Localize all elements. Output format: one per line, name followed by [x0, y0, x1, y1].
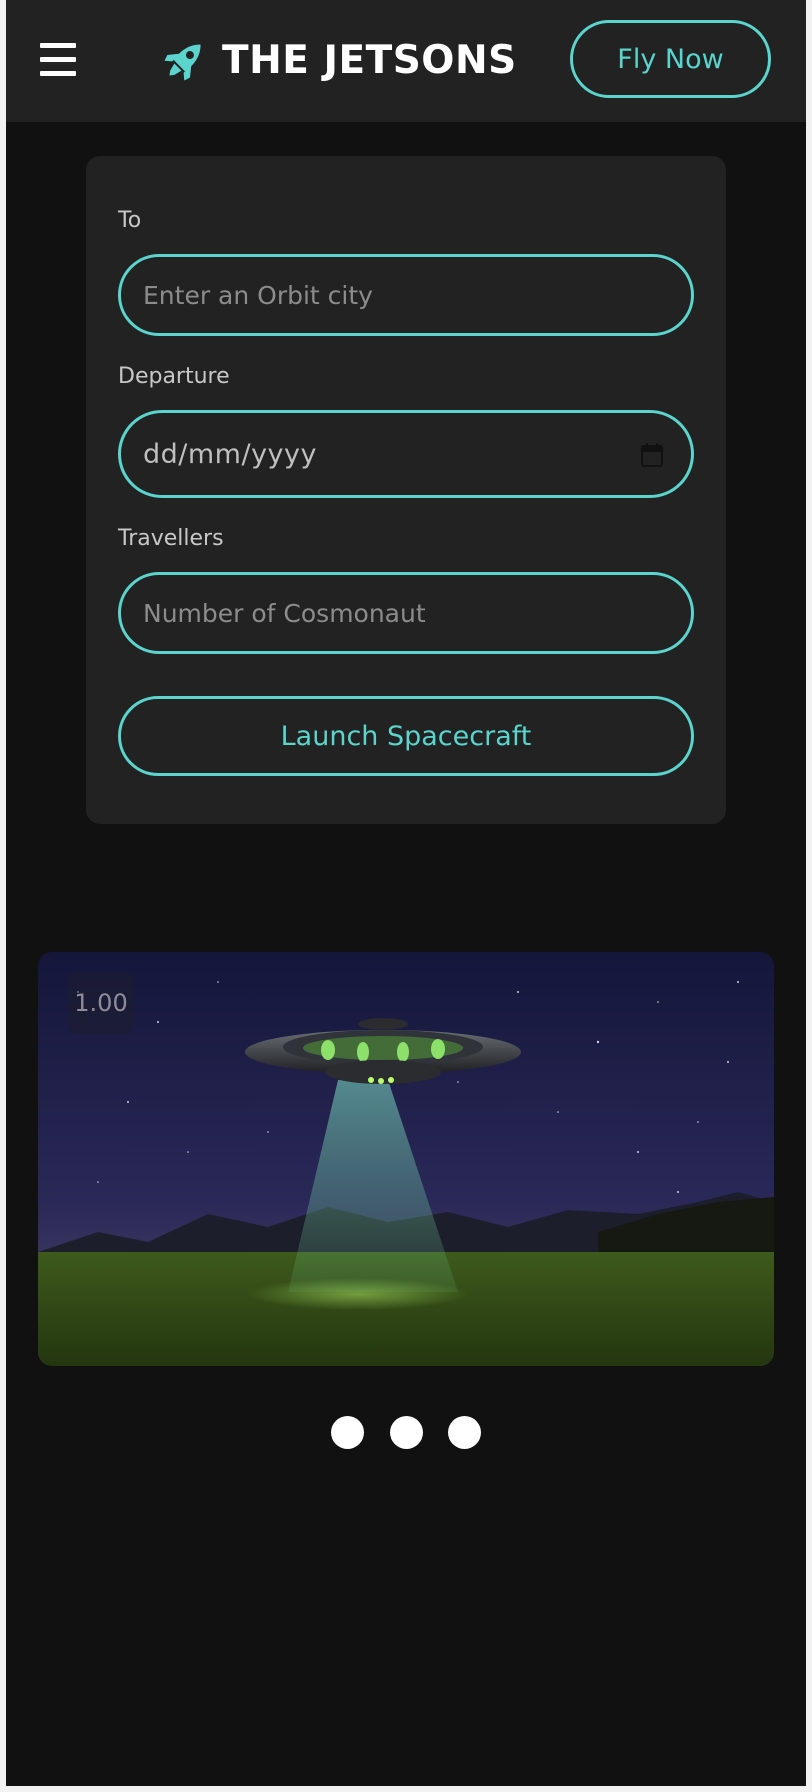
carousel-dot-1[interactable]	[331, 1416, 364, 1449]
hamburger-menu-icon[interactable]	[38, 40, 78, 80]
travellers-label: Travellers	[118, 526, 224, 551]
page: THE JETSONS Fly Now To Enter an Orbit ci…	[6, 0, 806, 1786]
image-carousel[interactable]: 1.00	[38, 952, 774, 1366]
departure-date-value: dd/mm/yyyy	[143, 438, 317, 470]
departure-label: Departure	[118, 364, 230, 389]
carousel-dot-2[interactable]	[390, 1416, 423, 1449]
travellers-input-placeholder: Number of Cosmonaut	[143, 598, 426, 628]
booking-form: To Enter an Orbit city Departure dd/mm/y…	[86, 156, 726, 824]
carousel-dot-3[interactable]	[448, 1416, 481, 1449]
fly-now-button[interactable]: Fly Now	[570, 20, 771, 98]
launch-spacecraft-button[interactable]: Launch Spacecraft	[118, 696, 694, 776]
brand-name: THE JETSONS	[222, 37, 517, 83]
to-label: To	[118, 208, 142, 233]
calendar-icon[interactable]	[641, 443, 663, 467]
brand-logo[interactable]: THE JETSONS	[162, 32, 517, 88]
navbar: THE JETSONS Fly Now	[6, 0, 806, 122]
slide-speed-badge: 1.00	[68, 972, 134, 1034]
travellers-input[interactable]: Number of Cosmonaut	[118, 572, 694, 654]
departure-date-input[interactable]: dd/mm/yyyy	[118, 410, 694, 498]
ufo-slide-image	[38, 952, 774, 1366]
to-input-placeholder: Enter an Orbit city	[143, 280, 373, 310]
rocket-icon	[164, 44, 201, 81]
carousel-indicators	[6, 1416, 806, 1450]
to-input[interactable]: Enter an Orbit city	[118, 254, 694, 336]
